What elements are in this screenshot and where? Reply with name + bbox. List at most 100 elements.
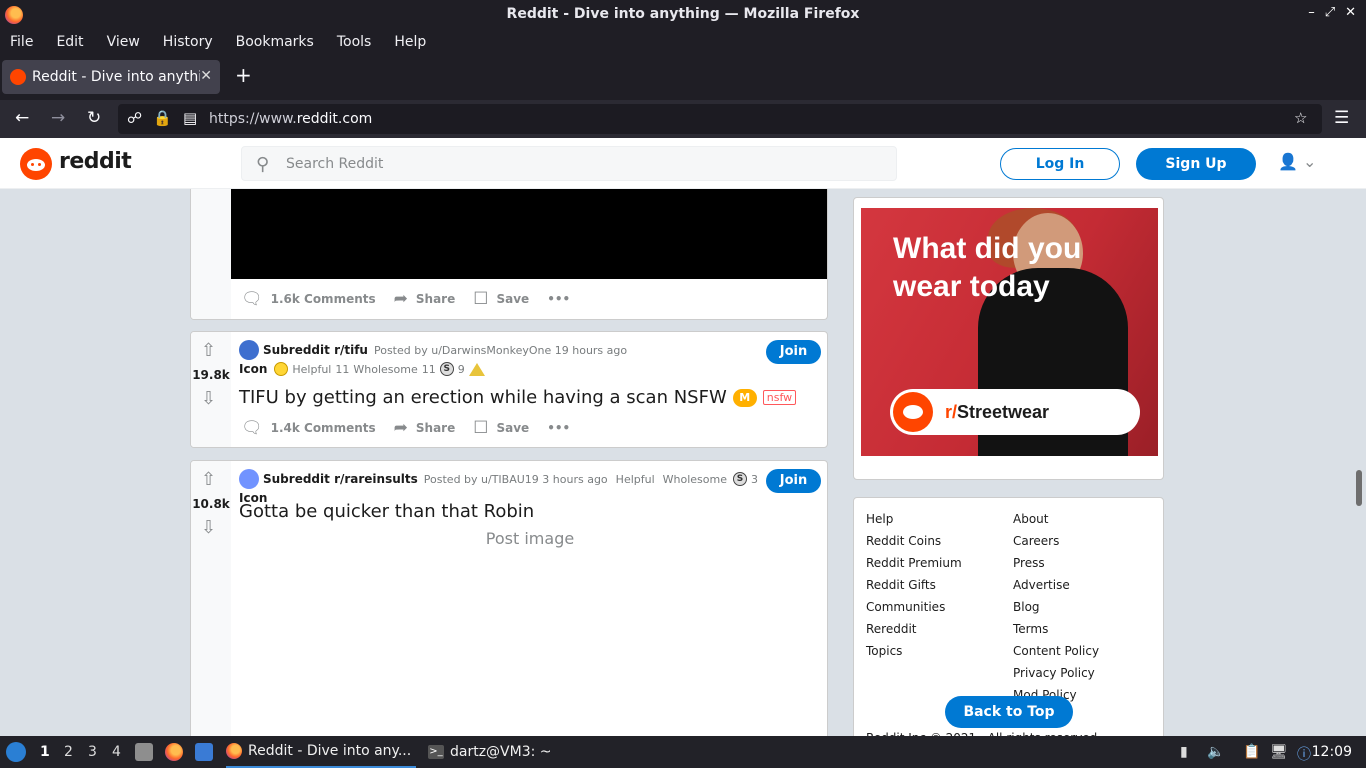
new-tab-button[interactable]: + xyxy=(235,63,252,87)
back-to-top-button[interactable]: Back to Top xyxy=(945,696,1073,728)
clipboard-icon[interactable]: 📋 xyxy=(1243,744,1260,760)
menu-edit[interactable]: Edit xyxy=(56,34,83,50)
footer-link-press[interactable]: Press xyxy=(1013,556,1099,578)
ad-subreddit-pill[interactable]: r/Streetwear xyxy=(890,389,1140,435)
back-arrow-icon[interactable]: ← xyxy=(15,108,29,128)
post-title[interactable]: Gotta be quicker than that Robin xyxy=(239,501,534,522)
menu-file[interactable]: File xyxy=(10,34,33,50)
footer-links-left: Help Reddit Coins Reddit Premium Reddit … xyxy=(866,512,962,666)
minimize-button[interactable]: – xyxy=(1308,5,1315,20)
bookmark-star-icon[interactable]: ☆ xyxy=(1294,109,1307,127)
taskbar-task-terminal[interactable]: >_ dartz@VM3: ~ xyxy=(428,736,552,768)
share-button[interactable]: ➦ Share xyxy=(394,289,456,309)
footer-link-terms[interactable]: Terms xyxy=(1013,622,1099,644)
footer-link-reddit-coins[interactable]: Reddit Coins xyxy=(866,534,962,556)
tab-close-icon[interactable]: ✕ xyxy=(200,68,212,84)
subreddit-avatar-icon[interactable] xyxy=(239,340,259,360)
post-card[interactable]: ⇧ 10.8k ⇩ Subreddit r/rareinsults Posted… xyxy=(190,460,828,750)
menu-tools[interactable]: Tools xyxy=(337,34,372,50)
subreddit-link[interactable]: Subreddit r/tifu xyxy=(263,343,368,357)
footer-link-content-policy[interactable]: Content Policy xyxy=(1013,644,1099,666)
post-card[interactable]: ⇧ 19.8k ⇩ Subreddit r/tifu Posted by u/D… xyxy=(190,331,828,448)
url-text[interactable]: https://www.reddit.com xyxy=(209,111,372,127)
search-box: ⚲ xyxy=(241,146,897,181)
notification-icon[interactable]: ⓘ xyxy=(1297,744,1311,764)
user-menu-dropdown[interactable]: 👤 ⌄ xyxy=(1278,152,1316,171)
maximize-button[interactable]: ⤢ xyxy=(1325,5,1335,20)
user-icon: 👤 xyxy=(1278,152,1298,171)
desktop-icon[interactable] xyxy=(195,743,213,761)
file-manager-icon[interactable] xyxy=(135,743,153,761)
footer-link-reddit-gifts[interactable]: Reddit Gifts xyxy=(866,578,962,600)
workspace-4[interactable]: 4 xyxy=(112,744,121,760)
footer-link-blog[interactable]: Blog xyxy=(1013,600,1099,622)
menu-help[interactable]: Help xyxy=(394,34,426,50)
reddit-logo-icon[interactable] xyxy=(20,148,52,180)
upvote-arrow-icon[interactable]: ⇧ xyxy=(201,340,216,361)
post-awards: Icon Helpful 11 Wholesome 11 S 9 xyxy=(239,362,485,376)
footer-link-privacy-policy[interactable]: Privacy Policy xyxy=(1013,666,1099,688)
post-image[interactable]: Post image xyxy=(191,529,827,548)
share-button[interactable]: ➦ Share xyxy=(394,418,456,438)
forward-arrow-icon[interactable]: → xyxy=(51,108,65,128)
vote-count: 19.8k xyxy=(192,368,230,382)
reddit-favicon-icon xyxy=(10,69,26,85)
url-bar[interactable]: ☍ 🔒 ▤ https://www.reddit.com ☆ xyxy=(118,104,1322,134)
volume-icon[interactable]: 🔈 xyxy=(1207,744,1224,760)
post-card[interactable]: 🗨 1.6k Comments ➦ Share ☐ Save ••• xyxy=(190,189,828,320)
log-in-button[interactable]: Log In xyxy=(1000,148,1120,180)
menu-bookmarks[interactable]: Bookmarks xyxy=(236,34,314,50)
menu-history[interactable]: History xyxy=(163,34,213,50)
upvote-arrow-icon[interactable]: ⇧ xyxy=(201,469,216,490)
search-icon: ⚲ xyxy=(256,154,270,175)
menu-view[interactable]: View xyxy=(107,34,140,50)
page-scrollbar[interactable] xyxy=(1356,470,1362,506)
shield-icon[interactable]: ☍ xyxy=(127,109,142,127)
more-options-button[interactable]: ••• xyxy=(547,421,570,435)
firefox-launcher-icon[interactable] xyxy=(165,743,183,761)
ad-image[interactable]: What did you wear today r/Streetwear xyxy=(861,208,1158,456)
taskbar-task-firefox[interactable]: Reddit - Dive into any... xyxy=(226,736,416,768)
subreddit-avatar-icon[interactable] xyxy=(239,469,259,489)
search-input[interactable] xyxy=(286,147,886,180)
footer-link-communities[interactable]: Communities xyxy=(866,600,962,622)
comments-button[interactable]: 🗨 1.4k Comments xyxy=(241,418,376,438)
posted-by[interactable]: Posted by u/DarwinsMonkeyOne 19 hours ag… xyxy=(374,344,627,357)
posted-by[interactable]: Posted by u/TIBAU19 3 hours ago xyxy=(424,473,608,486)
reddit-wordmark[interactable]: reddit xyxy=(59,149,132,174)
post-video[interactable] xyxy=(231,189,827,279)
save-button[interactable]: ☐ Save xyxy=(473,289,529,309)
join-button[interactable]: Join xyxy=(766,340,821,364)
hamburger-menu-icon[interactable]: ☰ xyxy=(1334,108,1349,128)
footer-link-about[interactable]: About xyxy=(1013,512,1099,534)
more-options-button[interactable]: ••• xyxy=(547,292,570,306)
comments-button[interactable]: 🗨 1.6k Comments xyxy=(241,289,376,309)
start-menu-icon[interactable] xyxy=(6,742,26,762)
join-button[interactable]: Join xyxy=(766,469,821,493)
workspace-1[interactable]: 1 xyxy=(40,744,50,760)
permissions-icon[interactable]: ▤ xyxy=(183,109,197,127)
window-title: Reddit - Dive into anything — Mozilla Fi… xyxy=(506,6,860,22)
battery-icon[interactable]: ▮ xyxy=(1180,744,1188,760)
workspace-3[interactable]: 3 xyxy=(88,744,97,760)
footer-link-careers[interactable]: Careers xyxy=(1013,534,1099,556)
sign-up-button[interactable]: Sign Up xyxy=(1136,148,1256,180)
downvote-arrow-icon[interactable]: ⇩ xyxy=(201,388,216,409)
footer-link-advertise[interactable]: Advertise xyxy=(1013,578,1099,600)
footer-link-topics[interactable]: Topics xyxy=(866,644,962,666)
footer-link-reddit-premium[interactable]: Reddit Premium xyxy=(866,556,962,578)
footer-links-right: About Careers Press Advertise Blog Terms… xyxy=(1013,512,1099,710)
save-button[interactable]: ☐ Save xyxy=(473,418,529,438)
subreddit-link[interactable]: Subreddit r/rareinsults xyxy=(263,472,418,486)
workspace-2[interactable]: 2 xyxy=(64,744,73,760)
lock-icon[interactable]: 🔒 xyxy=(153,109,172,127)
reload-icon[interactable]: ↻ xyxy=(87,108,101,128)
footer-link-rereddit[interactable]: Rereddit xyxy=(866,622,962,644)
tab-reddit[interactable]: Reddit - Dive into anything ✕ xyxy=(2,60,220,94)
close-window-button[interactable]: ✕ xyxy=(1345,5,1356,20)
footer-link-help[interactable]: Help xyxy=(866,512,962,534)
post-title[interactable]: TIFU by getting an erection while having… xyxy=(239,387,797,408)
silver-award-icon: S xyxy=(733,472,748,486)
tab-label: Reddit - Dive into anything xyxy=(32,69,200,85)
network-icon[interactable]: 🖥 xyxy=(1270,744,1288,760)
